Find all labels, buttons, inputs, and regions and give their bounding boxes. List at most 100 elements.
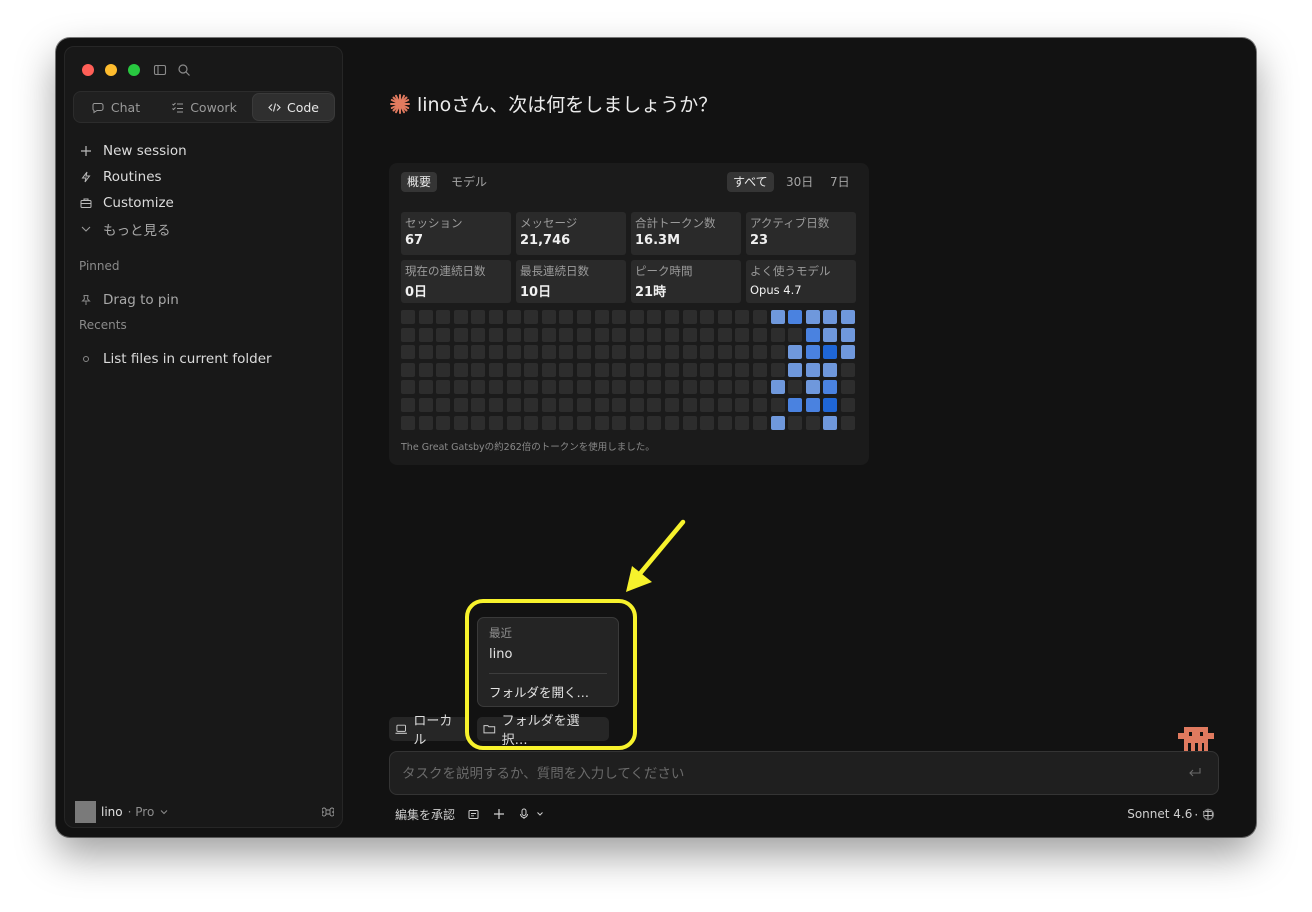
heatmap-cell [735,398,750,412]
heatmap-cell [436,345,451,360]
heatmap-cell [753,345,767,360]
heatmap-cell [629,398,644,412]
more-button[interactable]: もっと見る [79,218,171,240]
stat-peak-hour: ピーク時間 21時 [631,260,741,303]
chevron-down-icon[interactable] [536,811,544,817]
heatmap-cell [841,362,855,377]
stat-current-streak: 現在の連続日数 0日 [401,260,511,303]
microphone-icon[interactable] [518,808,530,820]
approve-edits-label: 編集を承認 [395,807,456,822]
environment-chip[interactable]: ローカル [389,714,469,748]
heatmap-cell [577,398,591,412]
heatmap-cell [577,327,591,342]
stat-label: セッション [405,216,463,230]
heatmap-cell [612,398,627,412]
heatmap-cell [401,380,415,395]
heatmap-cell [629,327,644,342]
heatmap-cell [805,327,820,342]
search-icon[interactable] [177,63,191,77]
heatmap-cell [401,362,415,377]
heatmap-cell [700,415,715,430]
recent-item[interactable]: List files in current folder [79,348,272,370]
heatmap-cell [788,398,803,412]
heatmap-cell [735,327,750,342]
range-all[interactable]: すべて [727,172,774,192]
heatmap-cell [559,380,574,395]
greeting-text: linoさん、次は何をしましょうか？ [417,94,718,116]
heatmap-cell [489,380,503,395]
pinned-placeholder-label: Drag to pin [103,292,179,308]
sidebar-toggle-icon[interactable] [153,63,167,77]
document-icon[interactable] [468,809,479,820]
chat-bubble-icon [92,102,104,113]
heatmap-cell [401,327,415,342]
tab-chat[interactable]: Chat [76,93,156,121]
heatmap-cell [541,345,556,360]
new-session-button[interactable]: New session [79,140,187,162]
context-usage-icon[interactable] [1202,808,1215,821]
range-7d[interactable]: 7日 [824,172,856,192]
heatmap-cell [453,362,468,377]
heatmap-cell [524,362,539,377]
zoom-window-button[interactable] [128,64,140,76]
heatmap-cell [841,398,855,412]
tab-models[interactable]: モデル [445,172,493,192]
heatmap-cell [753,327,767,342]
heatmap-cell [665,310,679,324]
heatmap-cell [594,362,609,377]
stat-longest-streak: 最長連続日数 10日 [516,260,626,303]
heatmap-cell [805,398,820,412]
heatmap-cell [418,362,433,377]
tab-cowork[interactable]: Cowork [158,93,250,121]
range-30d[interactable]: 30日 [780,172,819,192]
mode-switcher: Chat Cowork Code [73,91,335,123]
heatmap-cell [541,310,556,324]
task-input[interactable] [400,752,1174,796]
annotation-arrow-icon [626,519,686,592]
heatmap-cell [559,415,574,430]
heatmap-cell [524,310,539,324]
plus-icon[interactable] [493,808,505,820]
heatmap-cell [577,380,591,395]
heatmap-cell [717,415,732,430]
tab-overview[interactable]: 概要 [401,172,438,192]
approve-edits-toggle[interactable]: 編集を承認 [395,804,455,824]
heatmap-cell [665,415,679,430]
heatmap-cell [770,362,785,377]
customize-button[interactable]: Customize [79,192,174,214]
heatmap-cell [647,398,662,412]
heatmap-cell [823,310,838,324]
heatmap-cell [506,327,521,342]
stat-label: メッセージ [520,216,578,230]
command-icon[interactable] [322,806,334,818]
heatmap-cell [524,415,539,430]
heatmap-cell [700,362,715,377]
routines-label: Routines [103,169,162,185]
pin-icon [81,295,91,305]
minimize-window-button[interactable] [105,64,117,76]
tab-chat-label: Chat [110,99,141,115]
heatmap-cell [453,310,468,324]
close-window-button[interactable] [82,64,94,76]
heatmap-cell [489,310,503,324]
heatmap-cell [524,345,539,360]
heatmap-cell [506,398,521,412]
heatmap-cell [453,415,468,430]
heatmap-cell [629,345,644,360]
heatmap-cell [735,362,750,377]
heatmap-cell [506,362,521,377]
heatmap-cell [418,415,433,430]
heatmap-cell [418,380,433,395]
model-selector[interactable]: Sonnet 4.6 · 中 [1127,804,1214,824]
enter-icon[interactable] [1188,767,1202,779]
routines-button[interactable]: Routines [79,166,162,188]
heatmap-cell [471,415,486,430]
heatmap-cell [559,310,574,324]
heatmap-cell [489,345,503,360]
chevron-down-icon [81,226,91,232]
user-menu-button[interactable]: lino · Pro [75,800,169,824]
tab-code[interactable]: Code [252,93,335,121]
heatmap-cell [823,362,838,377]
heatmap-cell [594,398,609,412]
heatmap-cell [682,415,697,430]
